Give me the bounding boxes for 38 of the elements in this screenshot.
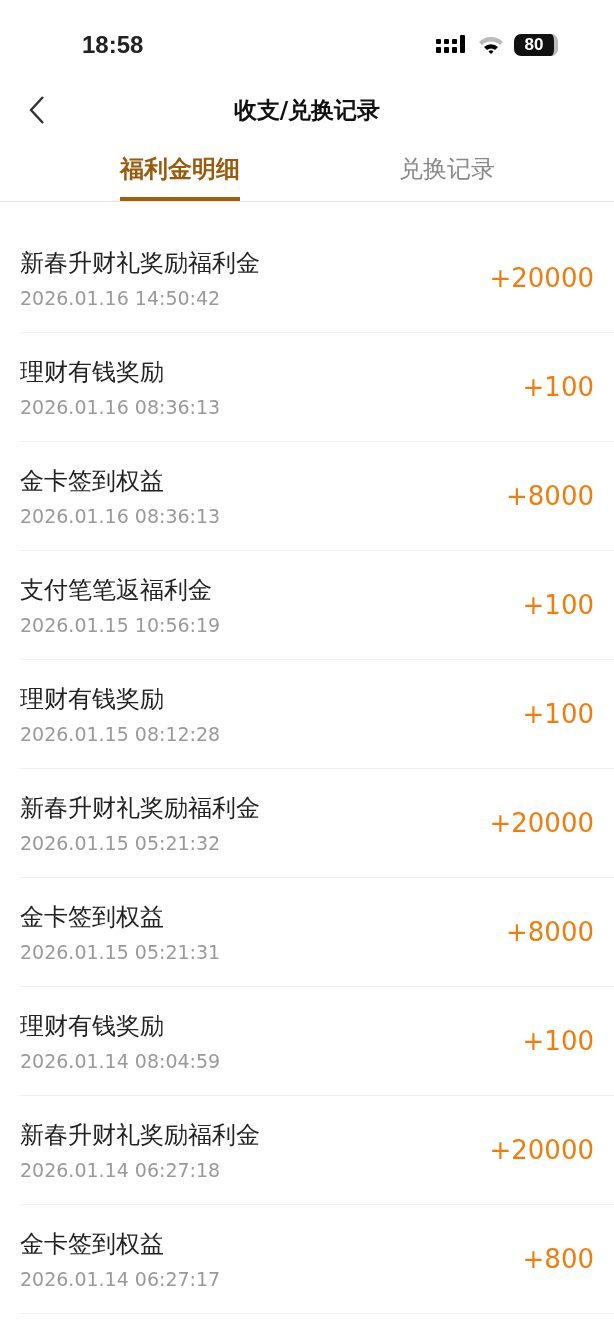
record-time: 2026.01.15 08:12:28 bbox=[20, 723, 221, 745]
record-time: 2026.01.16 08:36:13 bbox=[20, 396, 221, 418]
record-title: 金卡签到权益 bbox=[20, 466, 165, 497]
record-time: 2026.01.16 14:50:42 bbox=[20, 287, 222, 309]
record-time: 2026.01.15 10:56:19 bbox=[20, 614, 221, 636]
record-amount: +20000 bbox=[489, 808, 594, 838]
record-amount: +8000 bbox=[506, 481, 594, 511]
record-time: 2026.01.14 06:27:18 bbox=[20, 1159, 222, 1181]
record-time: 2026.01.15 05:21:31 bbox=[20, 941, 221, 963]
record-amount: +100 bbox=[522, 699, 594, 729]
tab[interactable]: 兑换记录 bbox=[398, 130, 495, 201]
status-time: 18:58 bbox=[82, 31, 144, 59]
record-title: 金卡签到权益 bbox=[20, 1229, 165, 1260]
record-title: 支付笔笔返福利金 bbox=[20, 575, 213, 606]
back-icon[interactable] bbox=[28, 95, 46, 125]
tab[interactable]: 福利金明细 bbox=[119, 130, 240, 201]
record-title: 理财有钱奖励 bbox=[20, 1011, 165, 1042]
record-title: 理财有钱奖励 bbox=[20, 357, 165, 388]
record-amount: +20000 bbox=[489, 263, 594, 293]
record-title: 新春升财礼奖励福利金 bbox=[20, 248, 260, 279]
wifi-icon bbox=[478, 35, 504, 55]
page-title: 收支/兑换记录 bbox=[233, 95, 381, 125]
record-time: 2026.01.14 08:04:59 bbox=[20, 1050, 221, 1072]
record-amount: +100 bbox=[522, 590, 594, 620]
record-time: 2026.01.14 06:27:17 bbox=[20, 1268, 221, 1290]
record-amount: +20000 bbox=[489, 1135, 594, 1165]
record-amount: +100 bbox=[522, 1026, 594, 1056]
record-title: 新春升财礼奖励福利金 bbox=[20, 1120, 260, 1151]
signal-icon bbox=[436, 35, 468, 55]
record-time: 2026.01.16 08:36:13 bbox=[20, 505, 221, 527]
record-title: 金卡签到权益 bbox=[20, 902, 165, 933]
battery-icon: 80 bbox=[514, 34, 558, 56]
record-title: 理财有钱奖励 bbox=[20, 684, 165, 715]
record-amount: +8000 bbox=[506, 917, 594, 947]
record-title: 新春升财礼奖励福利金 bbox=[20, 793, 260, 824]
record-amount: +100 bbox=[522, 372, 594, 402]
record-time: 2026.01.15 05:21:32 bbox=[20, 832, 222, 854]
record-amount: +800 bbox=[522, 1244, 594, 1274]
